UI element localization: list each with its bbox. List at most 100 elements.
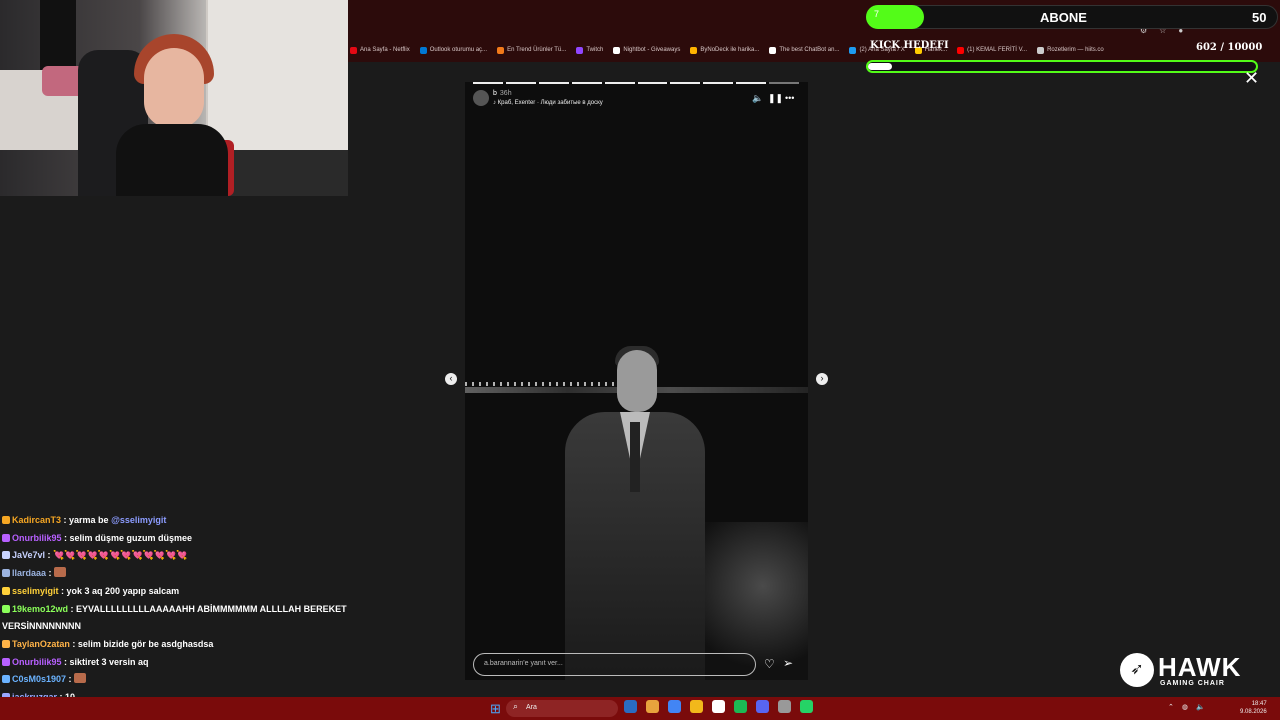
chat-badge-icon [2, 586, 10, 595]
taskbar-app-icon[interactable] [778, 700, 791, 713]
heart-icon[interactable]: ♡ [764, 657, 775, 671]
chat-badge-icon [2, 675, 10, 684]
chat-username[interactable]: JaVe7vl [12, 550, 45, 560]
close-icon[interactable]: ✕ [1244, 68, 1259, 89]
kick-goal-title: KICK HEDEFI [870, 40, 949, 51]
taskbar-app-icon[interactable] [734, 700, 747, 713]
chat-message: TaylanOzatan : selim bizide gör be asdgh… [2, 636, 348, 654]
taskbar-app-icon[interactable] [756, 700, 769, 713]
taskbar-app-icon[interactable] [624, 700, 637, 713]
story-progress-segment [604, 82, 635, 84]
bookmark-favicon-icon [769, 46, 777, 54]
chat-username[interactable]: KadircanT3 [12, 515, 61, 525]
story-username-row[interactable]: b 36h [493, 90, 512, 97]
bookmark-item[interactable]: Nightbot - Giveaways [613, 46, 680, 54]
story-music[interactable]: ♪ Краб, Exenter · Люди забитые в доску [493, 100, 603, 106]
bookmark-favicon-icon [497, 46, 505, 54]
network-icon[interactable]: ◍ [1182, 703, 1188, 711]
bookmark-item[interactable]: Outlook oturumu aç... [419, 46, 487, 54]
chat-message: KadircanT3 : yarma be @sselimyigit [2, 512, 348, 530]
chat-badge-icon [2, 551, 10, 560]
send-icon[interactable]: ➢ [783, 656, 793, 670]
story-city-lights [465, 382, 625, 386]
sub-goal-fill: 7 [866, 5, 924, 29]
volume-tray-icon[interactable]: 🔈 [1196, 703, 1205, 711]
reply-input[interactable]: a.barannarin'e yanıt ver... [473, 653, 756, 676]
chat-message: llardaaa : [2, 565, 348, 583]
bookmark-item[interactable]: The best ChatBot an... [769, 46, 839, 54]
chat-text: : yok 3 aq 200 yapıp salcam [58, 585, 180, 596]
chat-badge-icon [2, 657, 10, 666]
chat-overlay: KadircanT3 : yarma be @sselimyigit Onurbi… [2, 512, 348, 720]
chat-message: VERSİNNNNNNNN [2, 618, 348, 636]
chat-badge-icon [2, 533, 10, 542]
bookmark-label: Twitch [586, 47, 604, 53]
bookmark-label: ByNoDeck ile harika... [700, 47, 760, 53]
bookmark-item[interactable]: Twitch [576, 46, 604, 54]
bookmark-favicon-icon [690, 46, 698, 54]
chat-username[interactable]: TaylanOzatan [12, 639, 70, 649]
avatar[interactable] [473, 90, 489, 106]
chevron-up-icon[interactable]: ⌃ [1168, 703, 1174, 711]
chat-username[interactable]: Onurbilik95 [12, 657, 62, 667]
story-progress-segment [538, 82, 569, 84]
taskbar-app-icon[interactable] [800, 700, 813, 713]
story-username[interactable]: b [493, 90, 497, 97]
chat-text: : selim düşme guzum düşmee [61, 532, 193, 543]
chat-message: Onurbilik95 : siktiret 3 versin aq [2, 654, 348, 672]
chat-text: : [66, 674, 75, 685]
sponsor-tagline: GAMING CHAIR [1160, 680, 1225, 687]
more-icon[interactable]: ••• [785, 93, 794, 103]
bookmark-item[interactable]: Rozetlerim — hiits.co [1037, 46, 1104, 54]
chat-text: : selim bizide gör be asdghasdsa [69, 638, 214, 649]
chat-badge-icon [2, 516, 10, 524]
story-progress-segment [670, 82, 701, 84]
taskbar-app-icon[interactable] [668, 700, 681, 713]
bookmark-item[interactable]: (1) KEMAL FERİTİ V... [957, 46, 1027, 54]
bookmark-favicon-icon [419, 46, 427, 54]
chat-username[interactable]: Onurbilik95 [12, 533, 62, 543]
screen: Ana Sayfa - Netflix Outlook oturumu aç...… [0, 0, 1280, 720]
taskbar-app-icon[interactable] [690, 700, 703, 713]
sub-goal-label: ABONE [1040, 10, 1087, 25]
chat-username[interactable]: llardaaa [12, 568, 46, 578]
chat-message: C0sM0s1907 : [2, 671, 348, 689]
windows-start-icon[interactable]: ⊞ [490, 701, 501, 717]
webcam-streamer-face [144, 48, 204, 128]
taskbar-app-icon[interactable] [712, 700, 725, 713]
webcam-overlay [0, 0, 348, 196]
taskbar-search[interactable]: Ara [506, 700, 618, 717]
kick-goal-fill [868, 63, 892, 70]
clock-date: 9.08.2026 [1240, 709, 1267, 715]
chat-username[interactable]: sselimyigit [12, 586, 59, 596]
story-progress-segment [473, 82, 503, 84]
bookmark-favicon-icon [350, 46, 357, 54]
chat-username[interactable]: C0sM0s1907 [12, 674, 66, 684]
hawk-logo-icon: ➶ [1120, 653, 1154, 687]
chat-text: : [46, 568, 55, 579]
chat-mention: @sselimyigit [111, 515, 167, 525]
pause-icon[interactable]: ❚❚ [768, 93, 783, 104]
story-person-head [617, 350, 657, 412]
clock[interactable]: 18:47 9.08.2026 [1240, 700, 1267, 716]
chat-text: : EYVALLLLLLLLLAAAAAHH ABİMMMMMM ALLLLAH… [68, 603, 347, 614]
next-story-button[interactable]: › [816, 373, 828, 385]
volume-icon[interactable]: 🔈 [752, 93, 763, 104]
chat-emote-icon [54, 567, 67, 578]
chat-message: Onurbilik95 : selim düşme guzum düşmee [2, 530, 348, 548]
bookmark-item[interactable]: En Trend Ürünler Tü... [497, 46, 566, 54]
bookmark-favicon-icon [957, 46, 965, 54]
kick-goal-count: 602 / 10000 [1196, 42, 1263, 53]
bookmark-item[interactable]: ByNoDeck ile harika... [690, 46, 760, 54]
taskbar-app-icon[interactable] [646, 700, 659, 713]
webcam-door [40, 0, 76, 70]
chat-badge-icon [2, 604, 10, 613]
chat-badge-icon [2, 639, 10, 648]
chat-username[interactable]: 19kemo12wd [12, 604, 68, 614]
webcam-cabinet [206, 0, 348, 150]
chat-text: : yarma be [61, 515, 112, 525]
chat-text: VERSİNNNNNNNN [2, 621, 82, 632]
bookmark-item[interactable]: Ana Sayfa - Netflix [350, 46, 410, 54]
previous-story-button[interactable]: ‹ [445, 373, 457, 385]
bookmark-label: Rozetlerim — hiits.co [1047, 47, 1104, 53]
